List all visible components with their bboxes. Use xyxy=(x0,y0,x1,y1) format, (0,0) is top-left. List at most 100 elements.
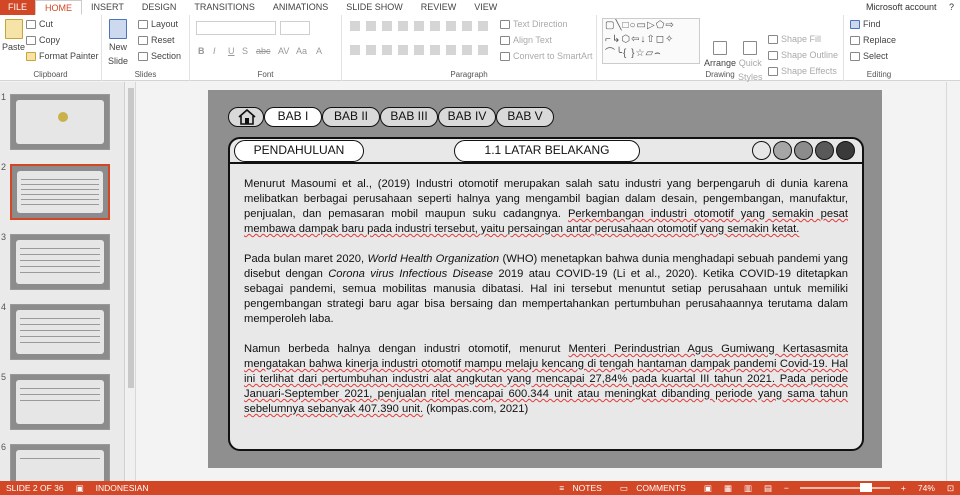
thumb-number: 4 xyxy=(1,302,7,312)
select-icon xyxy=(850,51,860,61)
align-text-button[interactable]: Align Text xyxy=(500,35,552,45)
layout-icon xyxy=(138,19,148,29)
nav-bab-4[interactable]: BAB IV xyxy=(438,107,496,127)
tab-home[interactable]: HOME xyxy=(35,0,83,15)
shape-fill-button[interactable]: Shape Fill xyxy=(768,34,821,44)
select-button[interactable]: Select xyxy=(850,51,888,61)
tab-transitions[interactable]: TRANSITIONS xyxy=(185,0,264,15)
char-spacing-button[interactable]: AV xyxy=(278,46,289,56)
view-sorter-icon[interactable]: ▦ xyxy=(718,483,738,494)
nav-bab-1[interactable]: BAB I xyxy=(264,107,322,127)
font-name-field[interactable] xyxy=(196,21,276,35)
help-icon[interactable]: ? xyxy=(949,2,954,12)
font-size-field[interactable] xyxy=(280,21,310,35)
copy-icon xyxy=(26,35,36,45)
new-slide-icon xyxy=(109,19,127,39)
fit-slide-icon[interactable]: ⊡ xyxy=(941,483,960,494)
nav-bab-2[interactable]: BAB II xyxy=(322,107,380,127)
underline-button[interactable]: U xyxy=(228,46,235,56)
thumbnail-scrollbar[interactable] xyxy=(126,82,136,481)
slide-canvas[interactable]: BAB I BAB II BAB III BAB IV BAB V PENDAH… xyxy=(208,90,882,468)
zoom-slider-knob[interactable] xyxy=(859,483,872,492)
slide-thumbnail[interactable] xyxy=(10,374,110,430)
text-direction-icon xyxy=(500,19,510,29)
tab-slide-show[interactable]: SLIDE SHOW xyxy=(337,0,412,15)
zoom-in-button[interactable]: + xyxy=(895,483,912,493)
italic-button[interactable]: I xyxy=(213,46,216,56)
nav-bab-5[interactable]: BAB V xyxy=(496,107,554,127)
reset-button[interactable]: Reset xyxy=(138,35,175,45)
shapes-gallery[interactable]: ▢╲□○▭▷⬠⇨ ⌐↳⬡⇦↓⇧◻✧ ⌒╰{ }☆▱⌢ xyxy=(602,18,700,64)
scissors-icon xyxy=(26,19,36,29)
thumb-number: 3 xyxy=(1,232,7,242)
arrange-button[interactable]: Arrange xyxy=(704,41,736,68)
indicator-dot xyxy=(773,141,792,160)
shape-outline-button[interactable]: Shape Outline xyxy=(768,50,838,60)
section-button[interactable]: Section xyxy=(138,51,181,61)
copy-button[interactable]: Copy xyxy=(26,35,60,45)
editor-scrollbar[interactable] xyxy=(946,82,960,481)
zoom-level[interactable]: 74% xyxy=(912,483,941,493)
tab-insert[interactable]: INSERT xyxy=(82,0,133,15)
tab-animations[interactable]: ANIMATIONS xyxy=(264,0,337,15)
zoom-slider[interactable] xyxy=(799,483,890,492)
clipboard-icon xyxy=(4,19,23,39)
tab-view[interactable]: VIEW xyxy=(465,0,506,15)
shadow-button[interactable]: S xyxy=(242,46,248,56)
slide-thumbnail[interactable] xyxy=(10,304,110,360)
replace-button[interactable]: Replace xyxy=(850,35,896,45)
scrollbar-thumb[interactable] xyxy=(128,88,134,388)
shape-effects-button[interactable]: Shape Effects xyxy=(768,66,837,76)
home-nav-button[interactable] xyxy=(228,107,264,127)
tab-review[interactable]: REVIEW xyxy=(412,0,466,15)
language-indicator[interactable]: INDONESIAN xyxy=(90,483,155,493)
slide-thumbnail[interactable] xyxy=(10,164,110,220)
text-direction-button[interactable]: Text Direction xyxy=(500,19,568,29)
effects-icon xyxy=(768,66,778,76)
comments-button[interactable]: ▭ COMMENTS xyxy=(614,483,698,494)
body-text[interactable]: Menurut Masoumi et al., (2019) Industri … xyxy=(244,177,848,432)
view-normal-icon[interactable]: ▣ xyxy=(698,483,718,494)
notes-button[interactable]: ≡ NOTES xyxy=(553,483,614,493)
subsection-title: 1.1 LATAR BELAKANG xyxy=(454,140,640,162)
view-slideshow-icon[interactable]: ▤ xyxy=(758,483,778,494)
tab-file[interactable]: FILE xyxy=(0,0,36,15)
bold-button[interactable]: B xyxy=(198,46,205,56)
status-bar: SLIDE 2 OF 36 ▣ INDONESIAN ≡ NOTES ▭ COM… xyxy=(0,481,960,495)
layout-button[interactable]: Layout xyxy=(138,19,178,29)
change-case-button[interactable]: Aa xyxy=(296,46,307,56)
strikethrough-button[interactable]: abc xyxy=(256,46,271,56)
find-button[interactable]: Find xyxy=(850,19,881,29)
alignment-buttons[interactable] xyxy=(350,45,490,55)
account-link[interactable]: Microsoft account xyxy=(866,2,937,12)
indicator-dot xyxy=(815,141,834,160)
slide-thumbnail[interactable] xyxy=(10,444,110,481)
view-reading-icon[interactable]: ▥ xyxy=(738,483,758,494)
new-slide-button[interactable]: New Slide xyxy=(108,19,128,67)
account-area: Microsoft account ? xyxy=(866,0,954,15)
bullets-indent-buttons[interactable] xyxy=(350,21,490,31)
tab-design[interactable]: DESIGN xyxy=(133,0,186,15)
paste-button[interactable]: Paste xyxy=(2,19,25,52)
nav-bab-3[interactable]: BAB III xyxy=(380,107,438,127)
slide-thumbnail[interactable] xyxy=(10,234,110,290)
slide-counter: SLIDE 2 OF 36 xyxy=(6,483,64,493)
section-title: PENDAHULUAN xyxy=(234,140,364,162)
cut-button[interactable]: Cut xyxy=(26,19,53,29)
smartart-icon xyxy=(500,51,510,61)
paragraph-2: Pada bulan maret 2020, World Health Orga… xyxy=(244,253,849,325)
format-painter-button[interactable]: Format Painter xyxy=(26,51,99,61)
slides-group: New Slide Layout Reset Section Slides xyxy=(102,15,190,81)
smartart-button[interactable]: Convert to SmartArt xyxy=(500,51,593,61)
paragraph-3: Namun berbeda halnya dengan industri oto… xyxy=(244,343,848,415)
editing-label: Editing xyxy=(866,70,892,79)
zoom-out-button[interactable]: − xyxy=(778,483,795,493)
ribbon-tab-bar: FILE HOME INSERT DESIGN TRANSITIONS ANIM… xyxy=(0,0,960,15)
replace-icon xyxy=(850,35,860,45)
align-text-icon xyxy=(500,35,510,45)
spellcheck-icon[interactable]: ▣ xyxy=(70,483,90,494)
slide-thumbnail[interactable] xyxy=(10,94,110,150)
font-color-button[interactable]: A xyxy=(316,46,322,56)
slide-thumbnail-pane[interactable]: 1 2 3 4 5 6 xyxy=(0,82,125,481)
quick-styles-button[interactable]: Quick Styles xyxy=(738,41,763,83)
